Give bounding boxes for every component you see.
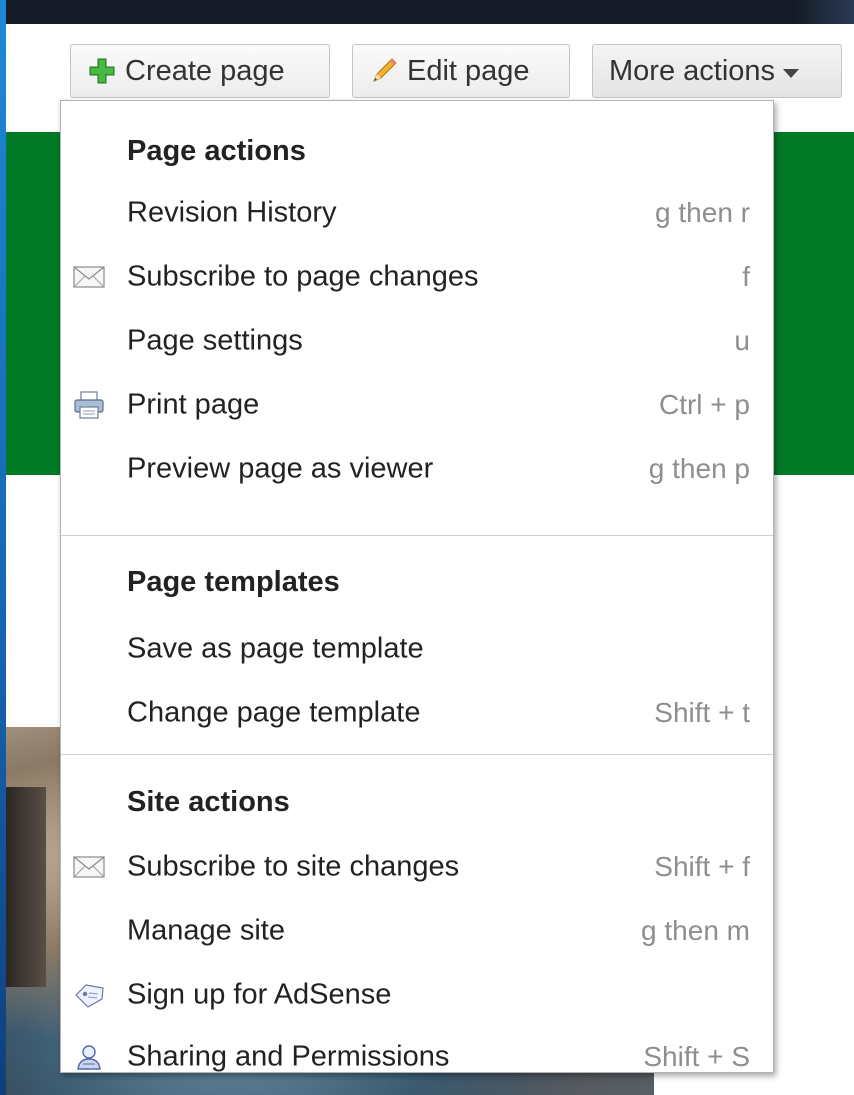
edit-page-label: Edit page [407,54,530,87]
menu-item-shortcut: g then r [655,197,750,228]
site-page: Create page Edit page More actions Page … [6,24,854,1095]
menu-item-shortcut: f [742,261,750,292]
page-templates-heading: Page templates [127,566,340,598]
menu-divider [61,754,773,755]
menu-item-revision-history[interactable]: Revision History g then r [62,183,772,243]
user-share-icon [72,1042,106,1072]
menu-item-label: Subscribe to site changes [127,850,460,883]
window-top-bar [0,0,854,24]
menu-item-label: Sign up for AdSense [127,978,392,1011]
dropdown-caret-icon [783,68,800,78]
menu-item-label: Subscribe to page changes [127,260,479,293]
menu-item-shortcut: g then m [641,915,750,946]
menu-item-adsense[interactable]: Sign up for AdSense [62,965,772,1025]
menu-item-subscribe-page[interactable]: Subscribe to page changes f [62,247,772,307]
menu-item-change-template[interactable]: Change page template Shift + t [62,683,772,743]
menu-item-manage-site[interactable]: Manage site g then m [62,901,772,961]
menu-item-sharing-permissions[interactable]: Sharing and Permissions Shift + S [62,1027,772,1087]
menu-item-shortcut: Shift + S [643,1041,750,1072]
edit-page-button[interactable]: Edit page [352,44,570,98]
site-actions-heading: Site actions [127,786,290,818]
more-actions-menu: Page actions Revision History g then r S… [60,100,774,1073]
plus-icon [85,54,119,88]
more-actions-button[interactable]: More actions [592,44,842,98]
menu-item-label: Save as page template [127,632,424,665]
more-actions-label: More actions [609,54,776,87]
menu-item-label: Change page template [127,696,421,729]
menu-item-shortcut: Shift + t [654,697,750,728]
menu-item-label: Preview page as viewer [127,452,434,485]
create-page-button[interactable]: Create page [70,44,330,98]
create-page-label: Create page [125,54,285,87]
menu-item-shortcut: Ctrl + p [658,389,750,420]
menu-item-label: Print page [127,388,260,421]
menu-divider [61,535,773,536]
envelope-icon [72,852,106,882]
menu-item-label: Revision History [127,196,337,229]
menu-item-save-as-template[interactable]: Save as page template [62,619,772,679]
menu-item-shortcut: Shift + f [654,851,750,882]
menu-item-subscribe-site[interactable]: Subscribe to site changes Shift + f [62,837,772,897]
menu-item-label: Sharing and Permissions [127,1040,450,1073]
menu-item-label: Page settings [127,324,303,357]
page-actions-heading: Page actions [127,135,306,167]
menu-item-label: Manage site [127,914,285,947]
menu-item-shortcut: u [734,325,750,356]
menu-item-preview-as-viewer[interactable]: Preview page as viewer g then p [62,439,772,499]
menu-item-shortcut: g then p [648,453,750,484]
envelope-icon [72,262,106,292]
menu-item-print-page[interactable]: Print page Ctrl + p [62,375,772,435]
adsense-tag-icon [72,980,106,1010]
pencil-icon [367,54,401,88]
printer-icon [72,390,106,420]
menu-item-page-settings[interactable]: Page settings u [62,311,772,371]
